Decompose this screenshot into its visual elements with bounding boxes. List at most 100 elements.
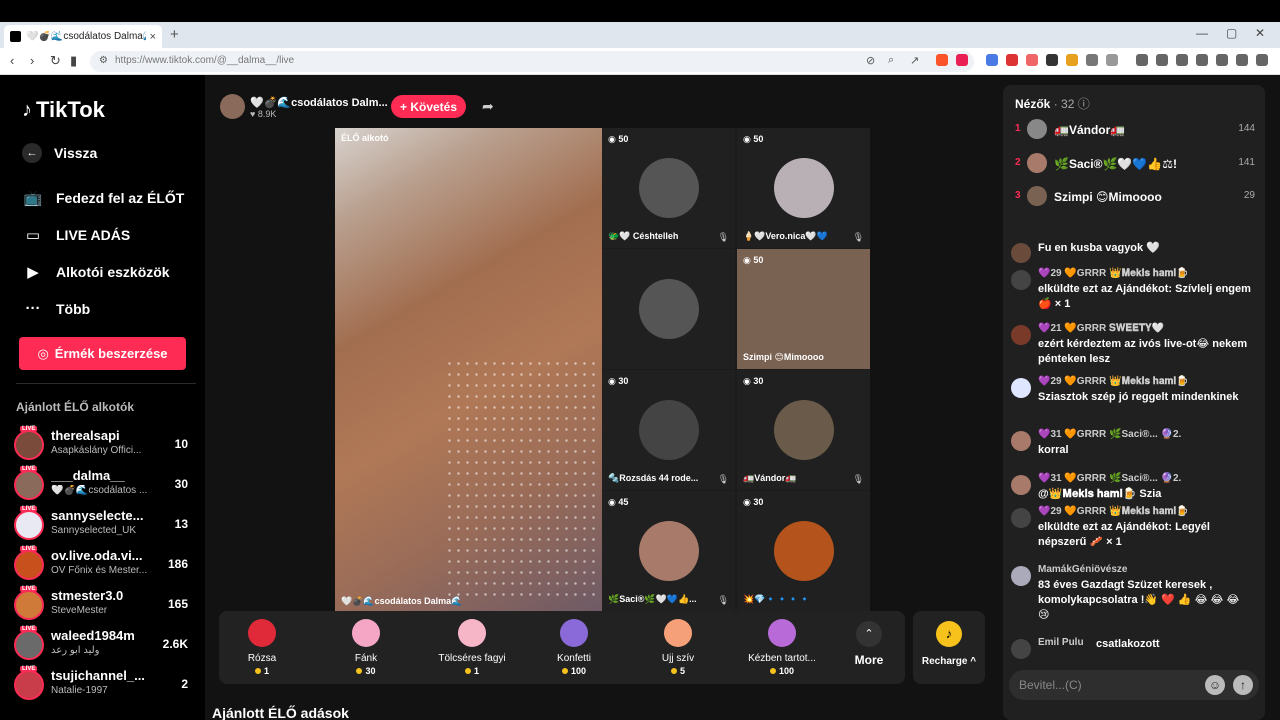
forward-icon[interactable]: ›: [30, 53, 34, 68]
maximize-icon[interactable]: ▢: [1226, 26, 1237, 40]
message-author: 💜29 🧡GRRR 👑𝐌𝐞𝐤𝐢𝐬 𝐡𝐚𝐦𝐢🍺: [1038, 268, 1189, 279]
creator-viewer-count: 165: [167, 597, 188, 611]
brave-shield-icon[interactable]: [936, 54, 948, 66]
translate-extension-icon[interactable]: [986, 54, 998, 66]
extension-icon[interactable]: [1066, 54, 1078, 66]
vpn-icon[interactable]: [1236, 54, 1248, 66]
message-author: 💜31 🧡GRRR 🌿Saci®... 🔮2.: [1038, 473, 1182, 484]
guest-level-badge: ◉ 45: [608, 497, 629, 507]
gift-price-value: 5: [679, 666, 685, 676]
share-page-icon[interactable]: ↗: [910, 54, 919, 67]
guest-name: 🍦🤍Vero.nica🤍💙: [743, 231, 828, 241]
tiktok-coin-icon: ♪: [936, 621, 962, 647]
creator-item[interactable]: LIVE tsujichannel_... Natalie-1997 2: [14, 666, 194, 704]
guest-tile[interactable]: [602, 249, 735, 369]
more-icon: ···: [25, 300, 41, 317]
viewer-avatar: [1027, 119, 1047, 139]
new-tab-button[interactable]: +: [170, 26, 179, 43]
creator-item[interactable]: LIVE ___dalma__ 🤍💣🌊csodálatos ... 30: [14, 466, 194, 504]
creator-avatar: [14, 550, 44, 580]
user-avatar: [1011, 270, 1031, 290]
tab-close-icon[interactable]: ×: [150, 31, 156, 43]
extension-icon[interactable]: [1106, 54, 1118, 66]
recharge-button[interactable]: ♪ Recharge ^: [913, 611, 985, 684]
guest-tile[interactable]: ◉ 45 🌿Saci®🌿🤍💙👍... 🎙: [602, 491, 735, 611]
gift-price-value: 100: [778, 666, 795, 676]
share-icon[interactable]: ➦: [482, 98, 494, 115]
guest-level-badge: ◉ 50: [743, 255, 764, 265]
reload-icon[interactable]: ↻: [50, 53, 61, 69]
guest-tile[interactable]: ◉ 50 Szimpi 😊Mimoooo: [737, 249, 870, 369]
menu-item-creator-tools[interactable]: ▶ Alkotói eszközök: [22, 263, 169, 281]
creator-item[interactable]: LIVE sannyselecte... Sannyselected_UK 13: [14, 506, 194, 544]
creator-item[interactable]: LIVE stmester3.0 SteveMester 165: [14, 586, 194, 624]
gift-item[interactable]: Ujj szív 5: [628, 619, 728, 676]
guest-level: 50: [753, 255, 764, 265]
zoom-icon[interactable]: ⌕: [888, 54, 894, 67]
guest-avatar: [774, 158, 834, 218]
emoji-icon[interactable]: ☺: [1205, 675, 1225, 695]
minimize-icon[interactable]: —: [1196, 26, 1208, 40]
extension-icon[interactable]: [1006, 54, 1018, 66]
guest-tile[interactable]: ◉ 50 🍦🤍Vero.nica🤍💙 🎙: [737, 128, 870, 248]
creator-item[interactable]: LIVE therealsapi Asapkáslány Offici... 10: [14, 426, 194, 464]
live-badge: LIVE: [20, 586, 38, 592]
creator-viewer-count: 2: [181, 677, 188, 691]
site-info-icon[interactable]: ⚙: [99, 55, 108, 66]
browser-menu-icon[interactable]: [1256, 54, 1268, 66]
creator-item[interactable]: LIVE ov.live.oda.vi... OV Főnix és Mester.…: [14, 546, 194, 584]
gift-item[interactable]: Rózsa 1: [212, 619, 312, 676]
extension-icon[interactable]: [1046, 54, 1058, 66]
back-link[interactable]: ← Vissza: [22, 143, 97, 163]
guest-tile[interactable]: ◉ 30 🔩Rozsdás 44 rode... 🎙: [602, 370, 735, 490]
url-field[interactable]: ⚙ https://www.tiktok.com/@__dalma__/live…: [90, 51, 974, 72]
guest-avatar: [639, 158, 699, 218]
bookmark-icon[interactable]: ▮: [70, 53, 77, 69]
send-icon[interactable]: ↑: [1233, 675, 1253, 695]
viewer-score: 29: [1243, 190, 1255, 201]
creator-item[interactable]: LIVE waleed1984m وليد ابو رعد 2.6K: [14, 626, 194, 664]
menu-item-explore-live[interactable]: 📺 Fedezd fel az ÉLŐT: [22, 189, 185, 207]
browser-tab[interactable]: 🤍💣🌊csodálatos Dalma🌊 ×: [4, 25, 162, 48]
no-translate-icon[interactable]: ⊘: [866, 54, 875, 67]
top-viewer-row[interactable]: 3 Szimpi 😊Mimoooo 29: [1015, 186, 1255, 208]
tiktok-logo[interactable]: ♪ TikTok: [22, 97, 105, 123]
chat-input[interactable]: Bevitel...(C) ☺ ↑: [1009, 670, 1259, 700]
leo-icon[interactable]: [1216, 54, 1228, 66]
menu-item-more[interactable]: ··· Több: [22, 300, 91, 317]
coin-icon: ◎: [37, 345, 49, 361]
top-viewer-row[interactable]: 1 🚛Vándor🚛 144: [1015, 119, 1255, 141]
hls-extension-icon[interactable]: [1026, 54, 1038, 66]
gift-item[interactable]: Tölcséres fagyi 1: [422, 619, 522, 676]
more-gifts-button[interactable]: ⌃ More: [849, 621, 889, 667]
sidebar-toggle-icon[interactable]: [1176, 54, 1188, 66]
host-name[interactable]: 🤍💣🌊csodálatos Dalm...: [250, 96, 388, 109]
wallet-icon[interactable]: [1196, 54, 1208, 66]
gift-item[interactable]: Kézben tartot... 100: [732, 619, 832, 676]
gift-icon: [560, 619, 588, 647]
media-icon[interactable]: [1156, 54, 1168, 66]
brave-rewards-icon[interactable]: [956, 54, 968, 66]
main-video[interactable]: ÉLŐ alkotó 🤍💣🌊csodálatos Dalma🌊: [335, 128, 602, 611]
top-viewer-row[interactable]: 2 🌿Saci®🌿🤍💙👍⚖! 141: [1015, 153, 1255, 175]
user-avatar: [1011, 243, 1031, 263]
message-text: elküldte ezt az Ajándékot: Legyél népsze…: [1038, 521, 1210, 548]
gift-item[interactable]: Konfetti 100: [524, 619, 624, 676]
download-icon[interactable]: [1136, 54, 1148, 66]
message-text: korral: [1038, 444, 1069, 456]
viewer-rank: 2: [1015, 157, 1021, 168]
info-icon[interactable]: ⓘ: [1078, 97, 1090, 111]
extension-icon[interactable]: [1086, 54, 1098, 66]
guest-tile[interactable]: ◉ 50 🐲🤍 Céshtelleh 🎙: [602, 128, 735, 248]
host-avatar[interactable]: [220, 94, 245, 119]
viewers-heading[interactable]: Nézők · 32 ⓘ: [1015, 95, 1090, 112]
guest-tile[interactable]: ◉ 30 🚛Vándor🚛 🎙: [737, 370, 870, 490]
get-coins-button[interactable]: ◎ Érmék beszerzése: [19, 337, 186, 370]
follow-button[interactable]: + Követés: [391, 95, 466, 118]
close-window-icon[interactable]: ✕: [1255, 26, 1265, 40]
live-stage[interactable]: ÉLŐ alkotó 🤍💣🌊csodálatos Dalma🌊 ◉ 50 🐲🤍 C…: [335, 128, 870, 611]
guest-tile[interactable]: ◉ 30 💥💎🔹🔹🔹🔹: [737, 491, 870, 611]
menu-item-go-live[interactable]: ▭ LIVE ADÁS: [22, 226, 130, 244]
back-icon[interactable]: ‹: [10, 53, 14, 68]
gift-item[interactable]: Fánk 30: [316, 619, 416, 676]
